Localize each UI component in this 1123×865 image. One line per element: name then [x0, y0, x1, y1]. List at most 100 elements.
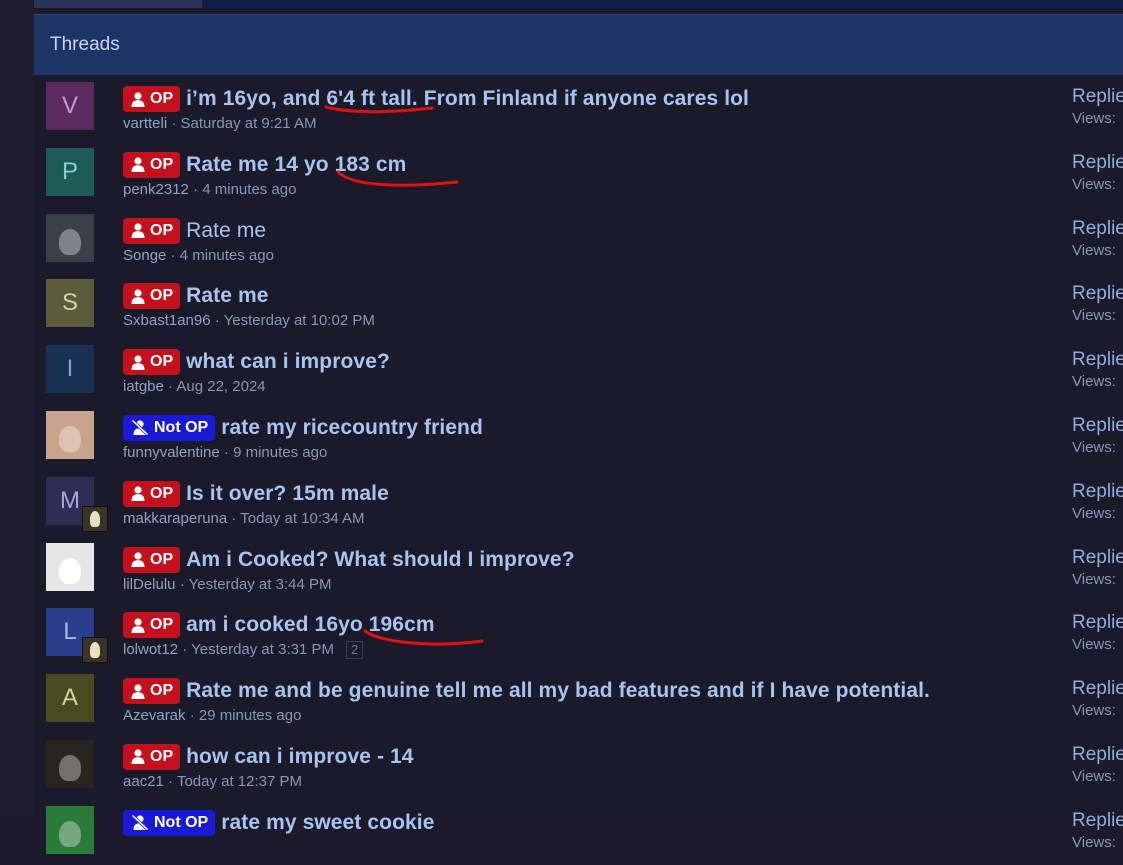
thread-title-line: OP Rate me	[123, 217, 274, 244]
thread-main: OP Rate me 14 yo 183 cm penk2312 · 4 minut…	[123, 151, 406, 198]
thread-time[interactable]: Saturday at 9:21 AM	[181, 115, 317, 132]
thread-time[interactable]: 9 minutes ago	[233, 444, 327, 461]
thread-time[interactable]: Yesterday at 10:02 PM	[224, 312, 375, 329]
replies-label: Replie	[1072, 480, 1123, 502]
author-link[interactable]: funnyvalentine	[123, 444, 220, 461]
author-link[interactable]: lolwot12	[123, 641, 178, 658]
thread-time[interactable]: 4 minutes ago	[202, 181, 296, 198]
avatar[interactable]	[46, 410, 94, 459]
thread-meta: funnyvalentine · 9 minutes ago	[123, 444, 483, 461]
op-badge[interactable]: OP	[123, 480, 181, 507]
badge-label: Not OP	[154, 418, 209, 436]
op-badge[interactable]: OP	[123, 546, 181, 573]
thread-time[interactable]: 29 minutes ago	[199, 707, 302, 724]
author-link[interactable]: aac21	[123, 773, 164, 790]
avatar-photo	[59, 425, 81, 452]
thread-time[interactable]: Yesterday at 3:31 PM	[191, 641, 334, 658]
avatar[interactable]: P	[46, 147, 94, 196]
thread-title[interactable]: how can i improve - 14	[186, 745, 413, 769]
thread-stats: Replie Views:	[1072, 678, 1123, 719]
thread-row[interactable]: I OP what can i improve? iatgbe · Aug 22, 2…	[34, 338, 1123, 404]
thread-row[interactable]: OP how can i improve - 14 aac21 · Today at…	[34, 733, 1123, 799]
avatar[interactable]: V	[46, 82, 94, 130]
thread-title-line: Not OP rate my sweet cookie	[123, 809, 435, 836]
thread-title[interactable]: i’m 16yo, and 6'4 ft tall. From Finland …	[186, 87, 749, 111]
thread-row[interactable]: L OP am i cooked 16yo 196cm lolwot12 · Yest…	[34, 601, 1123, 667]
not-op-badge[interactable]: Not OP	[123, 414, 216, 441]
op-badge[interactable]: OP	[123, 217, 181, 244]
op-badge[interactable]: OP	[123, 86, 181, 112]
thread-time[interactable]: Today at 10:34 AM	[240, 510, 364, 527]
meta-separator: ·	[166, 246, 180, 264]
nav-tab[interactable]	[34, 0, 202, 8]
thread-title[interactable]: rate my ricecountry friend	[221, 416, 483, 440]
thread-row[interactable]: OP Rate me Songe · 4 minutes ago Replie View…	[34, 207, 1123, 273]
thread-row[interactable]: P OP Rate me 14 yo 183 cm penk2312 · 4 minu…	[34, 141, 1123, 207]
avatar[interactable]: A	[46, 674, 94, 723]
op-badge[interactable]: OP	[123, 283, 181, 310]
thread-meta: Sxbast1an96 · Yesterday at 10:02 PM	[123, 312, 375, 329]
author-link[interactable]: lilDelulu	[123, 576, 176, 593]
thread-title[interactable]: what can i improve?	[186, 350, 390, 374]
op-badge[interactable]: OP	[123, 349, 181, 376]
author-link[interactable]: iatgbe	[123, 378, 164, 395]
thread-title-line: OP how can i improve - 14	[123, 743, 414, 770]
thread-stats: Replie Views:	[1072, 152, 1123, 193]
thread-row[interactable]: A OP Rate me and be genuine tell me all my…	[34, 667, 1123, 733]
thread-main: OP how can i improve - 14 aac21 · Today at…	[123, 743, 414, 790]
thread-title-line: OP Rate me	[123, 283, 375, 310]
author-link[interactable]: Songe	[123, 247, 166, 264]
avatar[interactable]	[46, 739, 94, 788]
thread-time[interactable]: 4 minutes ago	[180, 247, 274, 264]
user-icon	[131, 289, 145, 304]
author-link[interactable]: Sxbast1an96	[123, 312, 211, 329]
thread-time[interactable]: Today at 12:37 PM	[177, 773, 302, 790]
thread-row[interactable]: OP Am i Cooked? What should I improve? lil…	[34, 536, 1123, 602]
thread-title[interactable]: rate my sweet cookie	[221, 811, 434, 835]
avatar-photo	[59, 820, 81, 847]
thread-time[interactable]: Yesterday at 3:44 PM	[189, 576, 332, 593]
views-label: Views:	[1072, 438, 1116, 456]
views-label: Views:	[1072, 307, 1116, 325]
thread-title[interactable]: Is it over? 15m male	[186, 482, 389, 506]
thread-main: OP i’m 16yo, and 6'4 ft tall. From Finlan…	[123, 86, 749, 132]
badge-label: OP	[150, 682, 174, 700]
avatar[interactable]	[46, 542, 94, 591]
op-badge[interactable]: OP	[123, 743, 181, 770]
thread-main: OP am i cooked 16yo 196cm lolwot12 · Yeste…	[123, 612, 435, 660]
thread-list: V OP i’m 16yo, and 6'4 ft tall. From Finla…	[34, 75, 1123, 865]
op-badge[interactable]: OP	[123, 151, 181, 178]
thread-row[interactable]: V OP i’m 16yo, and 6'4 ft tall. From Finla…	[34, 75, 1123, 141]
not-op-badge[interactable]: Not OP	[123, 809, 216, 836]
thread-main: OP Am i Cooked? What should I improve? lil…	[123, 546, 575, 593]
thread-row[interactable]: M OP Is it over? 15m male makkaraperuna · T…	[34, 470, 1123, 536]
mini-avatar[interactable]	[82, 505, 108, 532]
op-badge[interactable]: OP	[123, 612, 181, 639]
thread-title[interactable]: Rate me 14 yo 183 cm	[186, 153, 406, 177]
thread-title[interactable]: Am i Cooked? What should I improve?	[186, 548, 575, 572]
meta-separator: ·	[185, 707, 199, 725]
avatar[interactable]	[46, 805, 94, 854]
avatar[interactable]: S	[46, 279, 94, 328]
thread-row[interactable]: Not OP rate my sweet cookie Replie Views:	[34, 799, 1123, 865]
author-link[interactable]: penk2312	[123, 181, 189, 198]
thread-title-line: OP am i cooked 16yo 196cm	[123, 612, 435, 639]
author-link[interactable]: vartteli	[123, 115, 167, 132]
author-link[interactable]: makkaraperuna	[123, 510, 227, 527]
thread-row[interactable]: Not OP rate my ricecountry friend funnyval…	[34, 404, 1123, 470]
thread-title[interactable]: Rate me	[186, 284, 268, 308]
replies-label: Replie	[1072, 414, 1123, 436]
thread-title[interactable]: am i cooked 16yo 196cm	[186, 613, 435, 637]
op-badge[interactable]: OP	[123, 678, 181, 705]
mini-avatar[interactable]	[82, 637, 108, 664]
avatar[interactable]: I	[46, 345, 94, 394]
thread-title[interactable]: Rate me	[186, 219, 266, 243]
avatar[interactable]	[46, 213, 94, 262]
thread-row[interactable]: S OP Rate me Sxbast1an96 · Yesterday at 10:…	[34, 272, 1123, 338]
author-link[interactable]: Azevarak	[123, 707, 186, 724]
meta-separator: ·	[219, 443, 234, 461]
replies-label: Replie	[1072, 349, 1123, 371]
thread-title[interactable]: Rate me and be genuine tell me all my ba…	[186, 679, 930, 703]
thread-time[interactable]: Aug 22, 2024	[176, 378, 265, 395]
page-link[interactable]: 2	[345, 641, 364, 660]
